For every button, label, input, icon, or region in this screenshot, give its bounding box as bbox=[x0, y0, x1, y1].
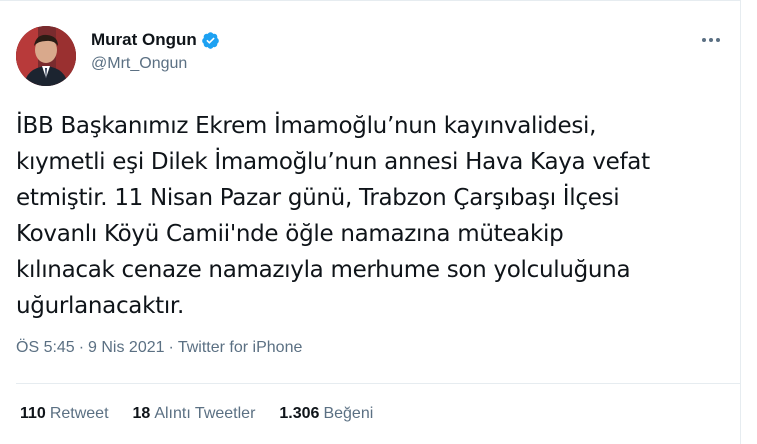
stat-number: 1.306 bbox=[279, 405, 320, 422]
more-horizontal-icon bbox=[702, 38, 720, 42]
more-options-button[interactable] bbox=[698, 29, 724, 51]
tweet-card: Murat Ongun @Mrt_Ongun İBB Başkanımız Ek… bbox=[0, 0, 741, 444]
stat-number: 110 bbox=[20, 405, 46, 422]
likes-count[interactable]: 1.306 Beğeni bbox=[279, 405, 373, 423]
stat-number: 18 bbox=[132, 405, 151, 422]
tweet-date[interactable]: 9 Nis 2021 bbox=[88, 339, 165, 357]
tweet-meta: ÖS 5:45 · 9 Nis 2021 · Twitter for iPhon… bbox=[16, 339, 302, 357]
retweet-count[interactable]: 110 Retweet bbox=[20, 405, 109, 423]
divider bbox=[16, 383, 740, 384]
tweet-source[interactable]: Twitter for iPhone bbox=[178, 339, 303, 357]
quote-tweets-count[interactable]: 18 Alıntı Tweetler bbox=[133, 405, 256, 423]
author-handle[interactable]: @Mrt_Ongun bbox=[91, 55, 220, 73]
avatar[interactable] bbox=[16, 26, 76, 86]
stat-label: Beğeni bbox=[323, 405, 374, 422]
avatar-image bbox=[16, 26, 76, 86]
stat-label: Retweet bbox=[49, 405, 109, 422]
tweet-text: İBB Başkanımız Ekrem İmamoğlu’nun kayınv… bbox=[16, 113, 650, 319]
tweet-time[interactable]: ÖS 5:45 bbox=[16, 339, 75, 357]
stat-label: Alıntı Tweetler bbox=[154, 405, 256, 422]
meta-separator: · bbox=[78, 339, 85, 356]
verified-badge-icon bbox=[201, 31, 219, 49]
meta-separator: · bbox=[168, 339, 174, 356]
author-block: Murat Ongun @Mrt_Ongun bbox=[91, 29, 220, 73]
author-name-row: Murat Ongun bbox=[91, 29, 220, 51]
author-name[interactable]: Murat Ongun bbox=[91, 30, 197, 50]
tweet-stats: 110 Retweet 18 Alıntı Tweetler 1.306 Beğeni bbox=[20, 405, 397, 423]
